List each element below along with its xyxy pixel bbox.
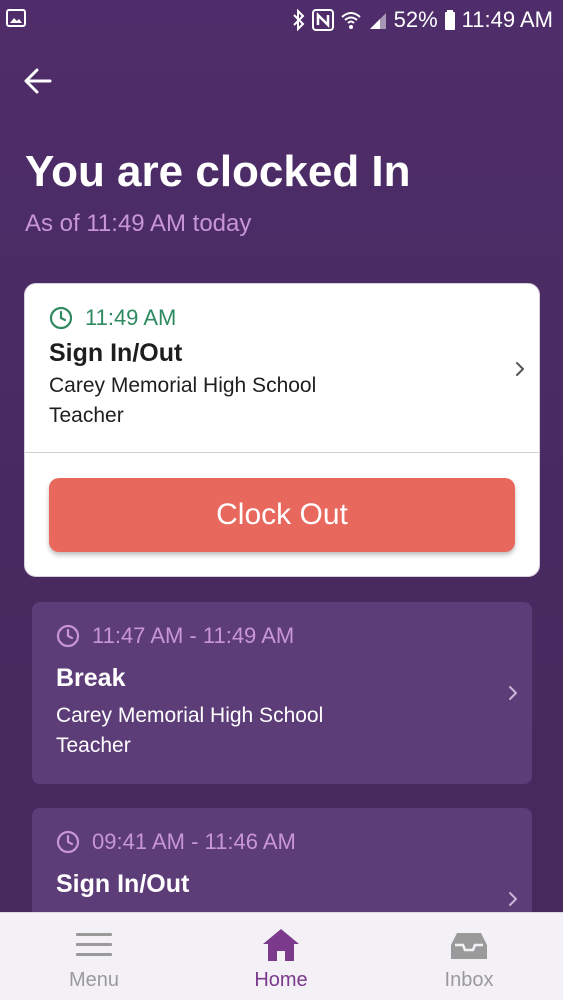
nav-label-home: Home [254, 969, 308, 991]
chevron-right-icon [516, 362, 524, 376]
page-title: You are clocked In [25, 147, 411, 196]
history-entry-card[interactable]: 11:47 AM - 11:49 AM Break Carey Memorial… [32, 602, 532, 784]
history-entry-time-row: 09:41 AM - 11:46 AM [56, 828, 296, 856]
nfc-icon [311, 9, 334, 31]
active-entry-type: Sign In/Out [49, 339, 183, 367]
home-icon [263, 929, 299, 961]
wifi-icon [340, 12, 361, 29]
history-entry-type: Break [56, 664, 126, 692]
history-entry-time-range: 09:41 AM - 11:46 AM [92, 829, 296, 854]
page-subtitle: As of 11:49 AM today [25, 210, 252, 237]
nav-label-inbox: Inbox [444, 969, 494, 991]
nav-item-inbox[interactable]: Inbox [399, 913, 539, 1000]
image-icon [6, 9, 26, 27]
active-entry-role: Teacher [49, 404, 124, 427]
menu-icon [76, 933, 112, 956]
nav-item-home[interactable]: Home [211, 913, 351, 1000]
history-entry-location: Carey Memorial High School [56, 704, 324, 727]
chevron-right-icon [509, 686, 517, 700]
status-bar: 52% 11:49 AM [0, 0, 563, 40]
divider [25, 452, 539, 453]
status-time: 11:49 AM [461, 7, 553, 32]
active-entry-details[interactable]: 11:49 AM Sign In/Out Carey Memorial High… [25, 284, 539, 452]
active-entry-card: 11:49 AM Sign In/Out Carey Memorial High… [24, 283, 540, 577]
active-entry-time: 11:49 AM [85, 305, 177, 330]
chevron-right-icon [509, 892, 517, 906]
inbox-icon [451, 933, 487, 959]
nav-item-menu[interactable]: Menu [24, 913, 164, 1000]
clock-icon [56, 830, 80, 854]
signal-icon [369, 13, 386, 29]
clock-icon [56, 624, 80, 648]
app-screen: 52% 11:49 AM You are clocked In As of 11… [0, 0, 563, 1000]
status-icons: 52% 11:49 AM [292, 6, 553, 34]
active-entry-time-row: 11:49 AM [49, 304, 176, 332]
nav-label-menu: Menu [68, 969, 120, 991]
battery-icon [444, 10, 455, 30]
back-arrow-icon[interactable] [22, 64, 56, 98]
bottom-navigation: Menu Home Inbox [0, 912, 563, 1000]
history-entry-role: Teacher [56, 734, 131, 757]
active-entry-location: Carey Memorial High School [49, 374, 317, 397]
clock-icon [49, 306, 73, 330]
history-entry-type: Sign In/Out [56, 870, 190, 898]
history-entry-time-row: 11:47 AM - 11:49 AM [56, 622, 294, 650]
history-entry-time-range: 11:47 AM - 11:49 AM [92, 623, 295, 648]
bluetooth-icon [292, 9, 305, 31]
battery-percent: 52% [393, 7, 438, 32]
clock-out-button[interactable]: Clock Out [49, 478, 515, 552]
